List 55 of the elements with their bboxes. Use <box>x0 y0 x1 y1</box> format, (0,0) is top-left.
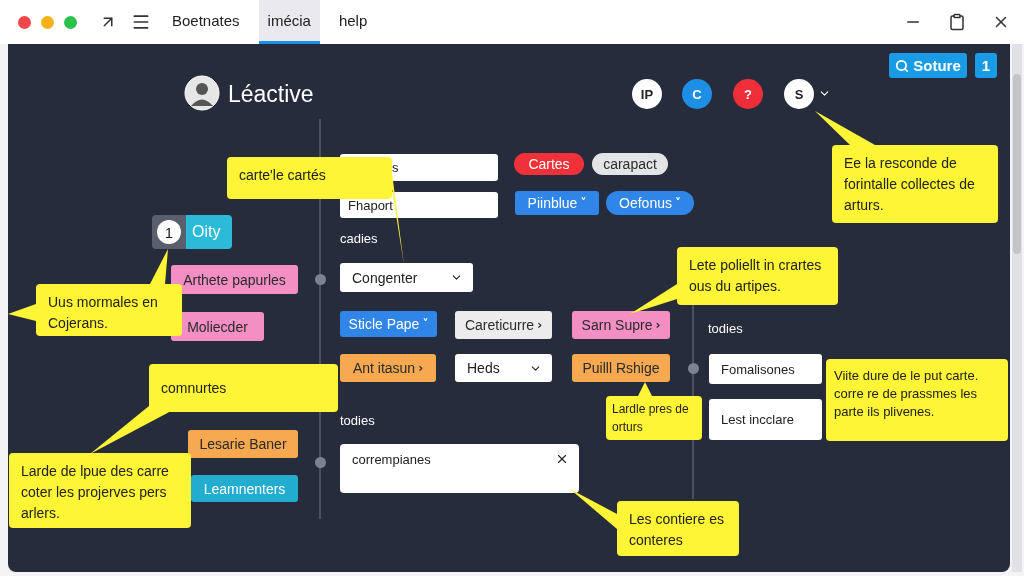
leader-line <box>815 111 875 145</box>
brand-name: Léactive <box>228 81 314 108</box>
maximize-dot[interactable] <box>64 15 77 29</box>
callout-tooltip: Lete poliellt in crartes ous du artipes. <box>677 247 838 305</box>
leader-line <box>8 304 36 321</box>
callout-tooltip: Lardle pres de orturs <box>606 396 702 440</box>
dropdown[interactable]: Heds <box>455 354 552 382</box>
avatar-button[interactable]: ? <box>733 79 763 109</box>
chip-button[interactable]: Piinblue ˅ <box>515 191 599 215</box>
caret-icon: ˅ <box>580 196 587 210</box>
clear-icon <box>555 452 569 466</box>
menu-tab[interactable]: help <box>329 0 377 44</box>
tag: Oity <box>186 215 233 249</box>
chip-button[interactable]: Moliecder <box>171 312 264 341</box>
text-area[interactable]: corrempianes <box>340 444 579 493</box>
close-dot[interactable] <box>18 15 31 29</box>
input-field[interactable]: Fomalisones <box>709 354 822 384</box>
chip-button[interactable]: Sarn Supre › <box>572 311 670 339</box>
connector-dot <box>315 274 326 285</box>
chip-button[interactable]: Sticle Pape ˅ <box>340 311 437 337</box>
minimize-dot[interactable] <box>41 15 54 29</box>
avatar-button[interactable]: IP <box>632 79 662 109</box>
leader-line <box>630 284 677 314</box>
chip-button[interactable]: Ant itasun › <box>340 354 436 382</box>
chip-button[interactable]: Lesarie Baner <box>188 430 298 458</box>
caret-icon: › <box>537 318 543 332</box>
chip-button[interactable]: Careticurre › <box>455 311 552 339</box>
chip-button[interactable]: Arthete papurles <box>171 265 298 294</box>
caret-icon: › <box>655 318 661 332</box>
chip-button[interactable]: Puilll Rshige <box>572 354 670 382</box>
leader-line <box>570 489 617 529</box>
avatar-icon <box>184 75 220 111</box>
caret-icon: ˅ <box>422 317 429 331</box>
caret-icon: ˅ <box>674 196 681 210</box>
connector-dot <box>315 457 326 468</box>
caret-icon: › <box>418 361 424 375</box>
dropdown[interactable]: Congenter <box>340 263 473 292</box>
scrollbar[interactable] <box>1012 44 1022 572</box>
menu-tab[interactable]: imécia <box>258 0 320 44</box>
callout-tooltip: Uus mormales en Cojerans. <box>36 284 182 336</box>
menu-tab[interactable]: Boetnates <box>163 0 249 44</box>
section-label: todies <box>708 321 743 336</box>
avatar-button[interactable]: S <box>784 79 814 109</box>
callout-tooltip: comnurtes <box>149 364 338 412</box>
section-label: todies <box>340 413 375 428</box>
chip-button[interactable]: Oefonus ˅ <box>606 191 694 215</box>
callout-tooltip: Viite dure de le put carte. corre re de prassmes les parte ils plivenes. <box>826 359 1008 441</box>
connector-dot <box>688 363 699 374</box>
section-label: cadies <box>340 231 378 246</box>
tag-button[interactable]: carapact <box>592 153 668 175</box>
leader-line <box>150 249 168 284</box>
count-badge: 1 <box>152 215 186 249</box>
search-icon <box>895 58 910 73</box>
input-field[interactable]: Lest incclare <box>709 399 822 440</box>
tag-button[interactable]: Cartes <box>514 153 584 175</box>
